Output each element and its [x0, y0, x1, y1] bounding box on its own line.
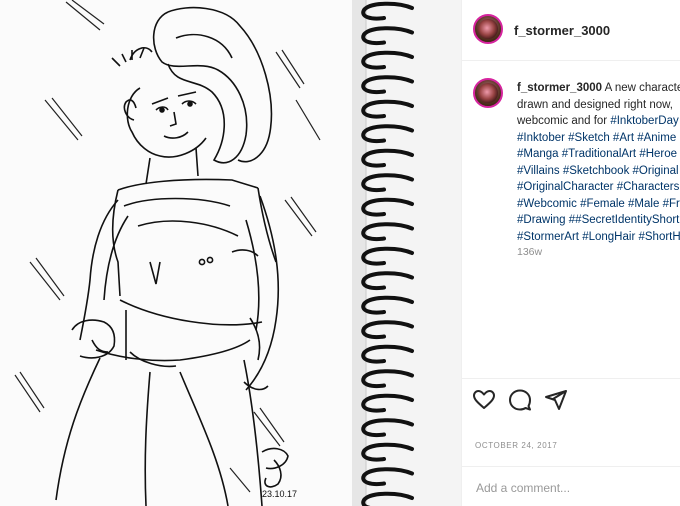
- caption-line: #Villains #Sketchbook #Original: [517, 163, 680, 180]
- hashtag-link[interactable]: #StormerArt: [517, 231, 579, 243]
- post-caption: f_stormer_3000 A new character drawn and…: [517, 80, 680, 245]
- time-ago[interactable]: 136w: [517, 246, 542, 258]
- hashtag-link[interactable]: #Original: [633, 165, 679, 177]
- caption-line: A new character: [604, 82, 680, 94]
- hashtag-link[interactable]: #Female: [580, 198, 625, 210]
- hashtag-link[interactable]: #Characters: [617, 181, 680, 193]
- hashtag-link[interactable]: #Male: [628, 198, 659, 210]
- hashtag-link[interactable]: #LongHair: [582, 231, 635, 243]
- hashtag-link[interactable]: #Sketchbook: [563, 165, 630, 177]
- post-date: OCTOBER 24, 2017: [475, 441, 558, 450]
- hashtag-link[interactable]: #Villains: [517, 165, 560, 177]
- signature-date: 23.10.17: [262, 489, 297, 499]
- hashtag-link[interactable]: #Inktober: [517, 132, 565, 144]
- hashtag-link[interactable]: #Fri: [663, 198, 680, 210]
- caption-line: #Drawing ##SecretIdentityShort: [517, 212, 680, 229]
- hashtag-link[interactable]: #InktoberDay: [610, 115, 678, 127]
- caption-line: #Webcomic #Female #Male #Fri: [517, 196, 680, 213]
- caption-line: webcomic and for #InktoberDay: [517, 115, 679, 127]
- hashtag-link[interactable]: #TraditionalArt: [562, 148, 636, 160]
- hashtag-link[interactable]: #Sketch: [568, 132, 610, 144]
- hashtag-link[interactable]: #ShortH: [638, 231, 680, 243]
- caption-avatar[interactable]: [473, 78, 503, 108]
- post-header: f_stormer_3000: [462, 0, 680, 61]
- heart-icon[interactable]: [472, 388, 496, 417]
- avatar[interactable]: [473, 14, 503, 44]
- post-side-panel: f_stormer_3000 f_stormer_3000 A new char…: [461, 0, 680, 506]
- sketch-drawing: 23.10.17: [0, 0, 461, 506]
- header-username[interactable]: f_stormer_3000: [514, 23, 610, 38]
- hashtag-link[interactable]: #Anime: [637, 132, 676, 144]
- hashtag-link[interactable]: #Art: [613, 132, 634, 144]
- hashtag-link[interactable]: #OriginalCharacter: [517, 181, 614, 193]
- caption-line: drawn and designed right now,: [517, 98, 673, 111]
- comment-box: [462, 466, 680, 506]
- hashtag-link[interactable]: #Drawing: [517, 214, 566, 226]
- caption-line: #OriginalCharacter #Characters: [517, 179, 680, 196]
- divider: [462, 378, 680, 379]
- share-icon[interactable]: [544, 388, 568, 417]
- action-bar: [472, 388, 568, 416]
- caption-line: #Inktober #Sketch #Art #Anime: [517, 130, 680, 147]
- comment-icon[interactable]: [508, 388, 532, 417]
- hashtag-link[interactable]: #Webcomic: [517, 198, 577, 210]
- comment-input[interactable]: [474, 477, 673, 499]
- hashtag-link[interactable]: #Manga: [517, 148, 559, 160]
- hashtag-link[interactable]: ##SecretIdentityShort: [569, 214, 680, 226]
- caption-line: #StormerArt #LongHair #ShortH: [517, 229, 680, 246]
- caption-username[interactable]: f_stormer_3000: [517, 82, 602, 94]
- post-photo[interactable]: 23.10.17: [0, 0, 461, 506]
- hashtag-link[interactable]: #Heroe: [639, 148, 677, 160]
- caption-line: #Manga #TraditionalArt #Heroe: [517, 146, 680, 163]
